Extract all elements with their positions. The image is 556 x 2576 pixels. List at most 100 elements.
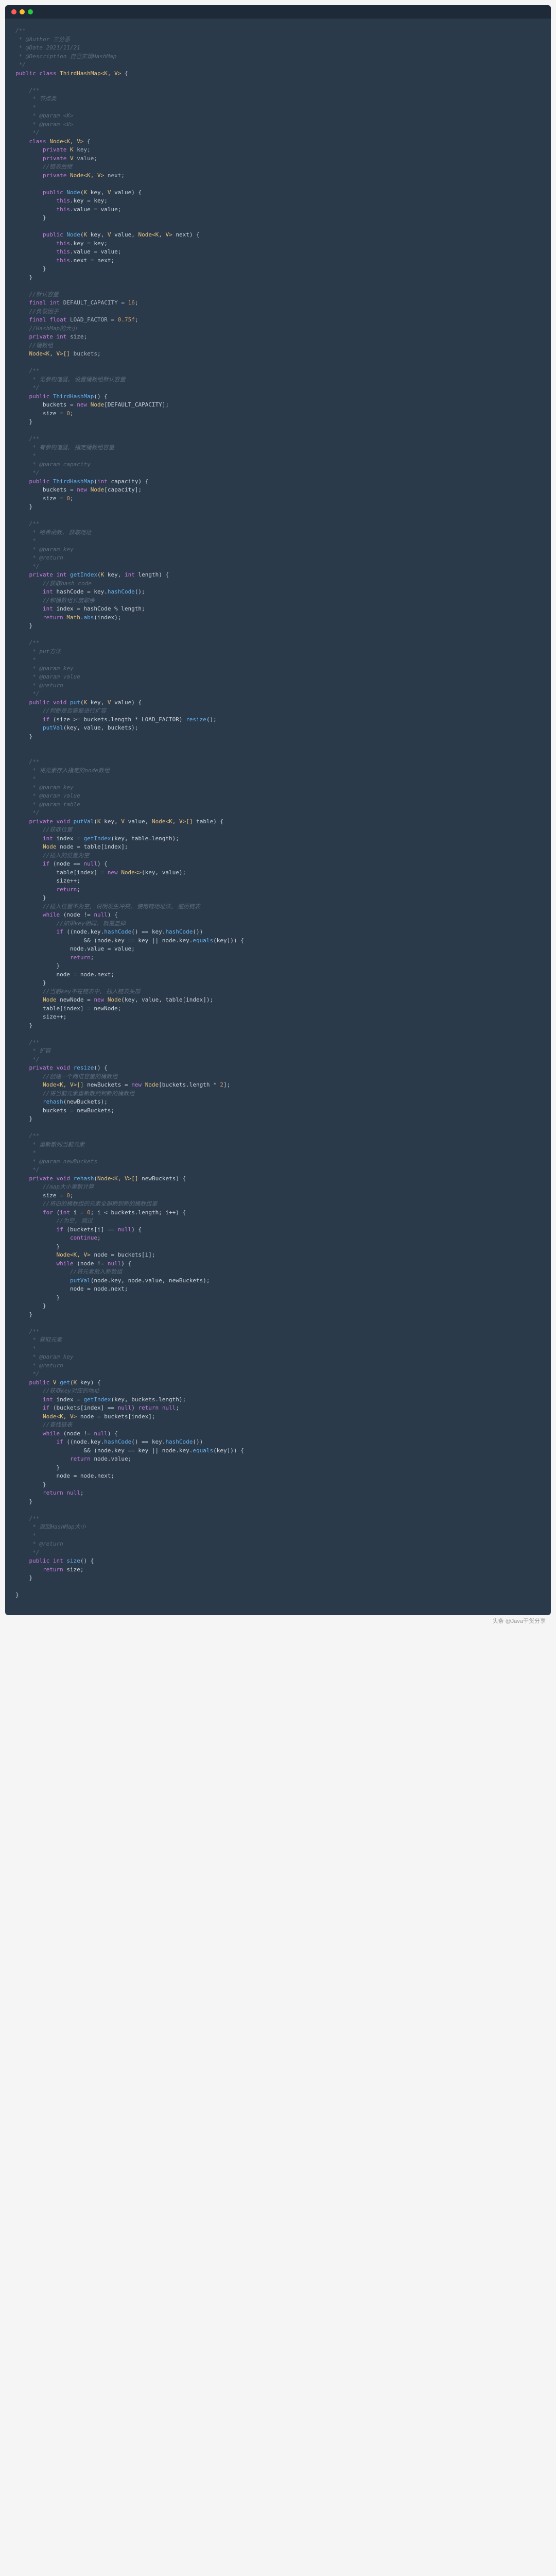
comment: //如果key相同, 就覆盖掉 [56, 920, 125, 927]
keyword: public [15, 70, 36, 77]
comment: */ [29, 809, 40, 816]
comment: * @return [29, 554, 63, 561]
var: value; [77, 155, 97, 162]
comment: /** [29, 1515, 40, 1522]
comment: //负载因子 [29, 308, 59, 315]
comment: * @param newBuckets [29, 1158, 97, 1165]
comment: */ [29, 563, 40, 570]
comment: * 哈希函数, 获取地址 [29, 529, 92, 536]
comment: */ [29, 129, 40, 136]
comment: */ [29, 1549, 40, 1556]
comment: */ [29, 1166, 40, 1173]
comment: * [29, 1149, 36, 1156]
comment: //为空, 跳过 [56, 1217, 93, 1224]
comment: * @param key [29, 784, 74, 791]
comment: * @return [29, 1362, 63, 1369]
comment: * @param key [29, 1353, 74, 1360]
comment: */ [29, 1056, 40, 1063]
kw: private [43, 155, 66, 162]
comment: //当前key不在链表中, 插入链表头部 [43, 988, 140, 995]
comment: //判断是否需要进行扩容 [43, 707, 106, 714]
comment: * @param table [29, 801, 80, 808]
comment: * @param value [29, 673, 80, 680]
minimize-icon[interactable] [20, 9, 25, 14]
type: V [70, 155, 74, 162]
comment: * [29, 656, 36, 663]
comment: */ [29, 384, 40, 391]
comment: //获取位置 [43, 826, 72, 833]
comment: * [29, 452, 36, 459]
comment: //将当前元素重新散列到新的桶数组 [43, 1090, 134, 1097]
code-window: /** * @Author 三分恶 * @Date 2021/11/21 * @… [5, 5, 551, 1615]
comment: //桶数组 [29, 342, 53, 349]
comment: */ [29, 1370, 40, 1377]
comment: //查找链表 [43, 1421, 72, 1428]
comment: /** [29, 1328, 40, 1335]
comment: //和桶数组长度取余 [43, 597, 95, 604]
comment: * @Author 三分恶 [15, 36, 70, 43]
comment: */ [29, 690, 40, 697]
comment: //默认容量 [29, 291, 59, 298]
comment: * put方法 [29, 648, 61, 655]
comment: //插入位置不为空, 说明发生冲突, 使用链地址法, 遍历链表 [43, 903, 200, 910]
comment: * 获取元素 [29, 1336, 62, 1343]
comment: //map大小重新计算 [43, 1183, 94, 1190]
comment: //创建一个两倍容量的桶数组 [43, 1073, 117, 1080]
comment: * @param <V> [29, 121, 74, 128]
comment: * @param value [29, 792, 80, 799]
comment: /** [29, 639, 40, 646]
type-name: ThirdHashMap [60, 70, 100, 77]
watermark-text: 头条 @Java干货分享 [5, 1615, 551, 1628]
type: Node<K, V> [70, 172, 104, 179]
comment: * [29, 1345, 36, 1352]
comment: //链表后继 [43, 163, 72, 170]
comment: * [29, 1532, 36, 1539]
keyword: class [39, 70, 56, 77]
comment: /** [29, 520, 40, 527]
comment: //获取hash code [43, 580, 92, 587]
comment: //HashMap的大小 [29, 325, 77, 332]
comment: * [29, 775, 36, 782]
comment: /** [29, 367, 40, 374]
comment: * @param capacity [29, 461, 91, 468]
type: K [70, 146, 74, 153]
comment: /** [29, 1132, 40, 1139]
comment: * [29, 537, 36, 544]
var: next; [108, 172, 125, 179]
comment: /** [29, 435, 40, 442]
comment: * @param key [29, 665, 74, 672]
comment: * 将元素存入指定的node数组 [29, 767, 110, 774]
comment: * 返回HashMap大小 [29, 1523, 86, 1530]
window-titlebar [5, 5, 551, 19]
comment: /** [29, 758, 40, 765]
comment: * @return [29, 682, 63, 689]
comment: //获取key对应的地址 [43, 1387, 99, 1394]
comment: * 扩容 [29, 1047, 51, 1054]
comment: * @Description 自己实现HashMap [15, 53, 116, 60]
var: key; [77, 146, 91, 153]
comment: * @Date 2021/11/21 [15, 44, 80, 51]
comment: * 节点类 [29, 95, 57, 102]
kw: private [43, 146, 66, 153]
comment: */ [29, 469, 40, 476]
comment: /** [29, 1039, 40, 1046]
comment: * 有参构造器, 指定桶数组容量 [29, 444, 114, 451]
comment: * [29, 104, 36, 111]
comment: /** [29, 87, 40, 94]
comment: * 重新散列当前元素 [29, 1141, 85, 1148]
brace: { [121, 70, 128, 77]
maximize-icon[interactable] [28, 9, 33, 14]
comment: * @return [29, 1540, 63, 1547]
comment: //将旧的桶数组的元素全部刷到新的桶数组里 [43, 1200, 157, 1207]
comment: //插入的位置为空 [43, 852, 89, 859]
kw: private [43, 172, 66, 179]
comment: /** [15, 27, 26, 34]
comment: * @param <K> [29, 112, 74, 119]
generics: <K, V> [101, 70, 121, 77]
comment: * 无参构造器, 设置桶数组默认容量 [29, 376, 126, 383]
close-icon[interactable] [11, 9, 16, 14]
code-content: /** * @Author 三分恶 * @Date 2021/11/21 * @… [5, 19, 551, 1615]
comment: */ [15, 61, 26, 68]
comment: * @param key [29, 546, 74, 553]
comment: //将元素放入新数组 [70, 1268, 122, 1275]
